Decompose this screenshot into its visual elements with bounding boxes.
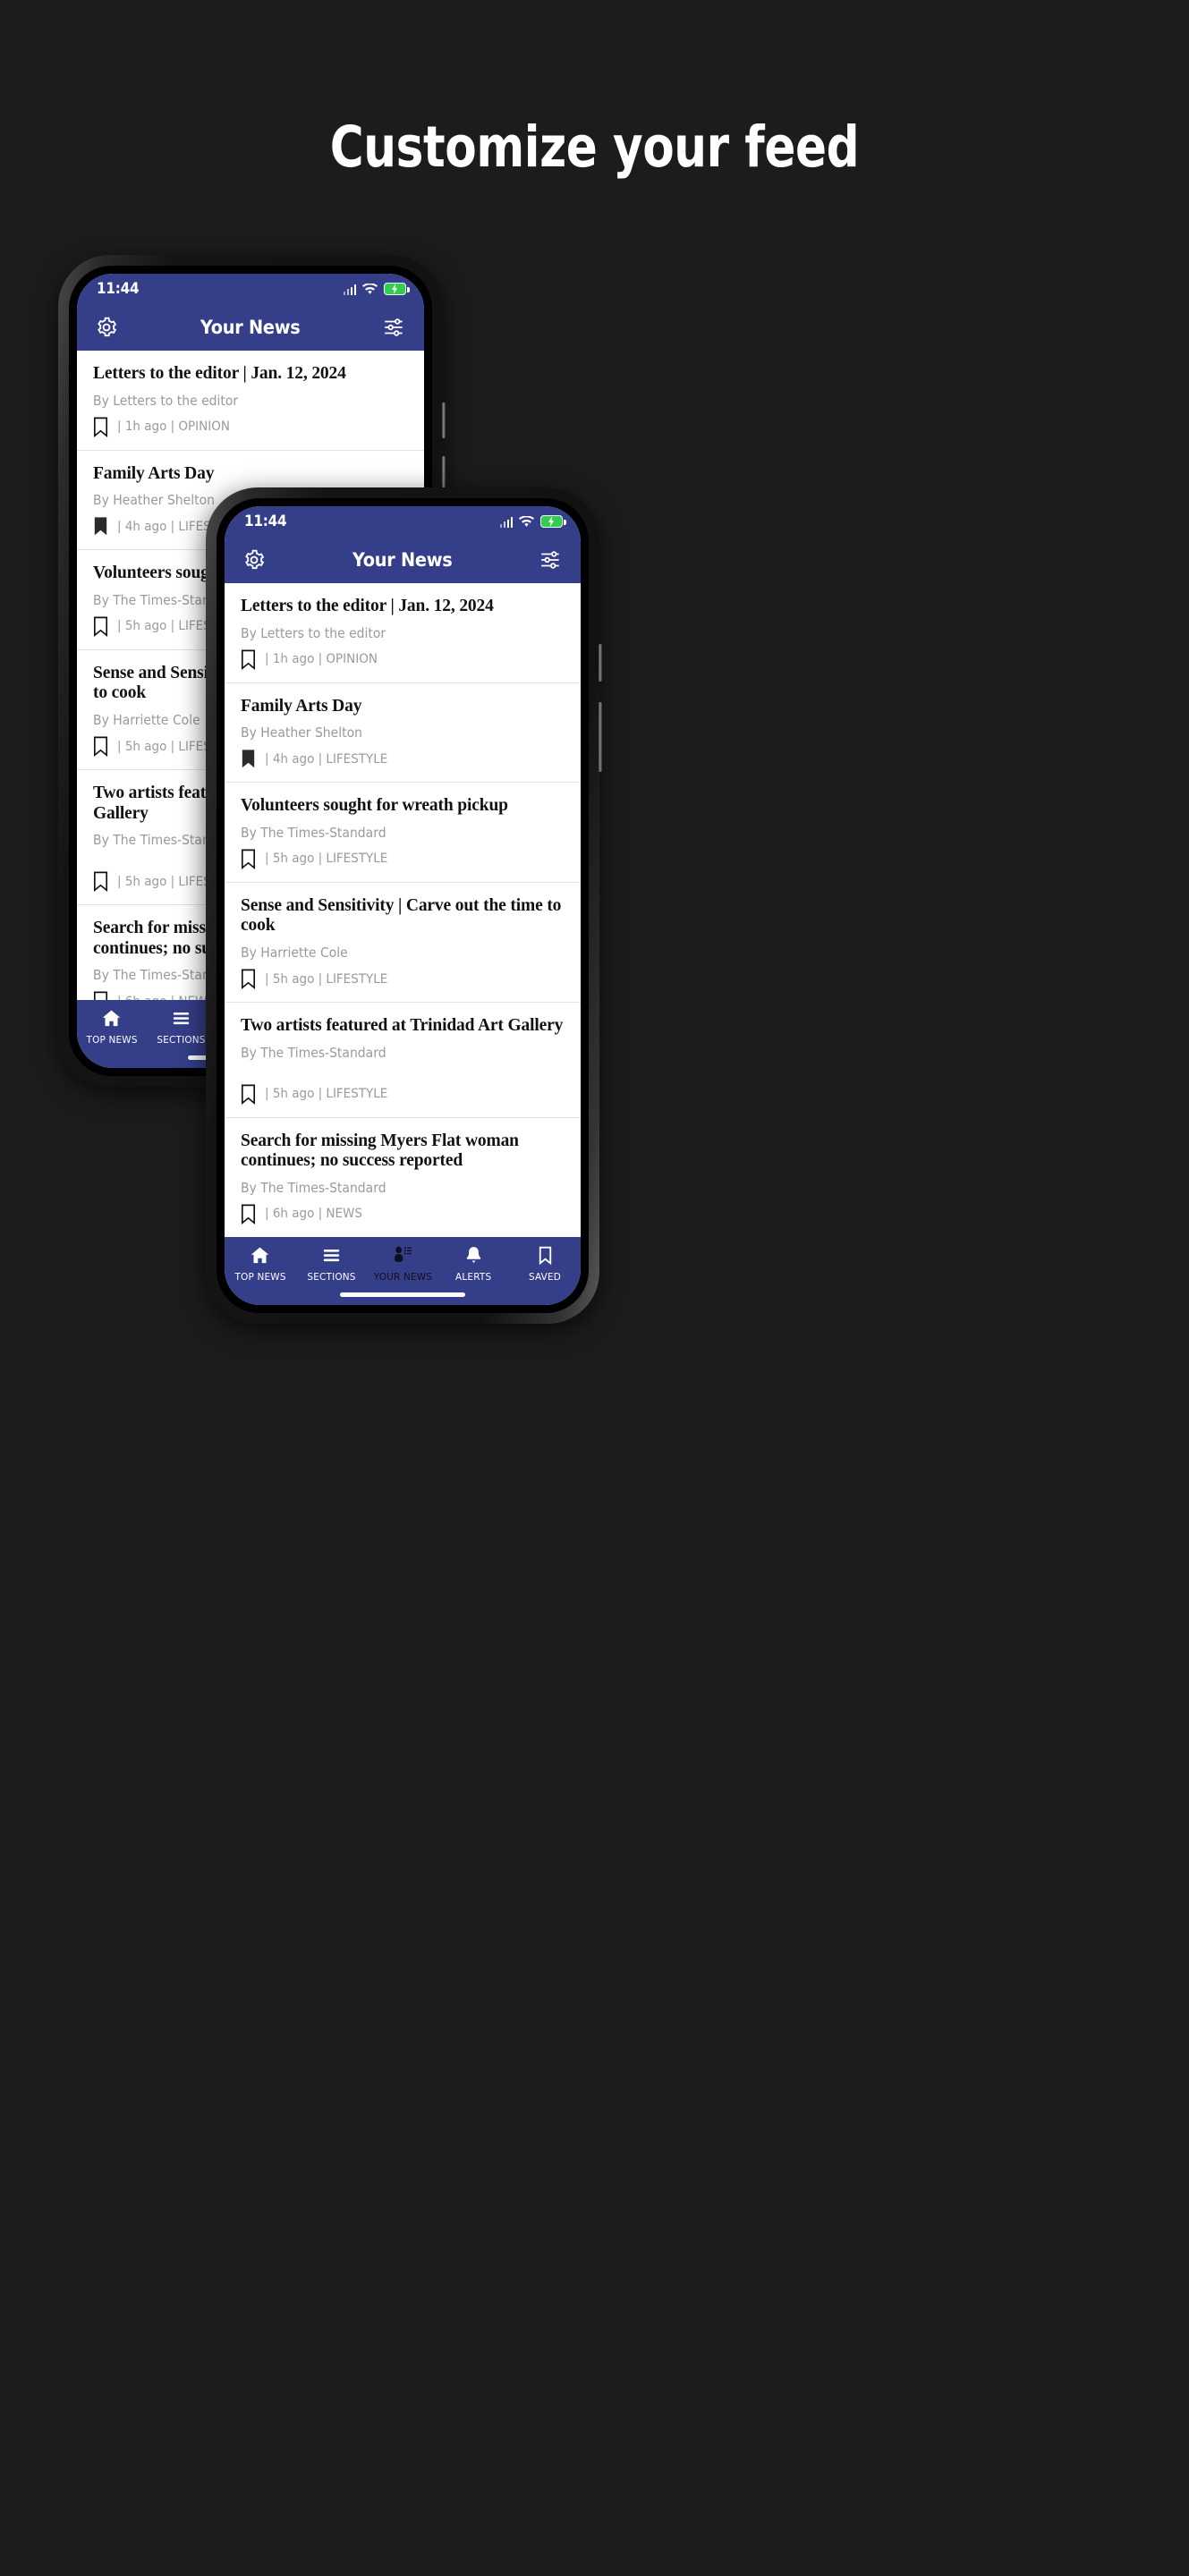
article-list-item[interactable]: Letters to the editor | Jan. 12, 2024 By … <box>225 583 581 683</box>
article-byline: By Letters to the editor <box>93 392 239 409</box>
gesture-bar-front[interactable] <box>340 1292 465 1297</box>
bookmark-icon[interactable] <box>241 1084 256 1105</box>
nav-item-label: SECTIONS <box>307 1271 356 1283</box>
app-bar-title: Your News <box>352 549 453 571</box>
article-byline: By Harriette Cole <box>241 945 348 962</box>
article-meta-row: | 1h ago | OPINION <box>93 417 408 437</box>
article-headline[interactable]: Family Arts Day <box>241 697 565 717</box>
article-headline[interactable]: Letters to the editor | Jan. 12, 2024 <box>93 364 408 385</box>
article-headline[interactable]: Sense and Sensitivity | Carve out the ti… <box>241 896 565 936</box>
cellular-signal-icon <box>499 516 513 528</box>
bookmark-icon[interactable] <box>241 649 256 670</box>
article-list-item[interactable]: Sense and Sensitivity | Carve out the ti… <box>225 883 581 1004</box>
nav-item-label: SECTIONS <box>157 1034 206 1046</box>
power-button-back[interactable] <box>442 402 446 438</box>
article-headline[interactable]: Family Arts Day <box>93 464 408 485</box>
article-meta-text: | 5h ago | LIFESTYLE <box>265 971 388 987</box>
gear-icon[interactable] <box>95 316 118 339</box>
status-clock: 11:44 <box>97 280 140 298</box>
hamburger-icon <box>321 1245 342 1266</box>
nav-item-top-news[interactable]: TOP NEWS <box>225 1245 296 1283</box>
battery-charging-icon <box>384 283 410 295</box>
nav-item-alerts[interactable]: ALERTS <box>438 1245 510 1283</box>
bookmark-icon[interactable] <box>241 1204 256 1224</box>
app-bar-title: Your News <box>200 317 301 338</box>
article-headline[interactable]: Search for missing Myers Flat woman cont… <box>241 1131 565 1172</box>
article-byline: By The Times-Standard <box>241 1179 386 1196</box>
bookmark-filled-icon[interactable] <box>241 749 256 769</box>
bookmark-icon[interactable] <box>93 417 108 437</box>
article-byline: By Letters to the editor <box>241 624 386 641</box>
article-meta-row: | 5h ago | LIFESTYLE <box>241 969 565 990</box>
article-meta-text: | 6h ago | NEWS <box>265 1207 362 1222</box>
home-icon <box>101 1008 122 1029</box>
article-headline[interactable]: Letters to the editor | Jan. 12, 2024 <box>241 597 565 617</box>
article-headline[interactable]: Two artists featured at Trinidad Art Gal… <box>241 1016 565 1037</box>
hamburger-icon <box>171 1008 191 1029</box>
status-bar-back: 11:44 <box>77 274 424 304</box>
article-feed-front[interactable]: Letters to the editor | Jan. 12, 2024 By … <box>225 583 581 1237</box>
app-bar-front: Your News <box>225 537 581 583</box>
home-icon <box>250 1245 270 1266</box>
battery-charging-icon <box>540 515 566 528</box>
bookmark-icon <box>535 1245 556 1266</box>
nav-item-label: TOP NEWS <box>234 1271 286 1283</box>
article-meta-text: | 1h ago | OPINION <box>117 419 230 435</box>
nav-item-label: SAVED <box>529 1271 562 1283</box>
app-bar-back: Your News <box>77 304 424 351</box>
person-list-icon <box>392 1245 412 1266</box>
bottom-nav-front: TOP NEWS SECTIONS YOUR NEWS ALERTS SAVED <box>225 1237 581 1305</box>
bookmark-icon[interactable] <box>241 849 256 869</box>
status-indicators <box>499 515 566 528</box>
cellular-signal-icon <box>343 284 356 295</box>
bookmark-icon[interactable] <box>93 991 108 1000</box>
article-meta-row: | 5h ago | LIFESTYLE <box>241 1084 565 1105</box>
bookmark-icon[interactable] <box>93 871 108 893</box>
article-byline: By The Times-Standard <box>241 824 386 841</box>
status-bar-front: 11:44 <box>225 506 581 537</box>
gear-icon[interactable] <box>242 548 266 572</box>
phone-bezel-front: 11:44 Your News Letters to the editor | … <box>217 498 589 1313</box>
nav-item-label: ALERTS <box>455 1271 492 1283</box>
article-list-item[interactable]: Letters to the editor | Jan. 12, 2024 By … <box>77 351 424 451</box>
bookmark-icon[interactable] <box>241 969 256 990</box>
nav-item-label: YOUR NEWS <box>373 1271 432 1283</box>
page-title: Customize your feed <box>329 114 860 180</box>
nav-item-top-news[interactable]: TOP NEWS <box>77 1008 147 1046</box>
wifi-icon <box>362 283 378 294</box>
article-meta-row: | 1h ago | OPINION <box>241 649 565 670</box>
status-indicators <box>343 283 410 295</box>
bookmark-filled-icon[interactable] <box>93 516 108 537</box>
nav-item-saved[interactable]: SAVED <box>509 1245 581 1283</box>
phone-device-front: 11:44 Your News Letters to the editor | … <box>206 487 602 1324</box>
nav-item-your-news[interactable]: YOUR NEWS <box>367 1245 438 1283</box>
bell-icon <box>463 1245 484 1266</box>
article-list-item[interactable]: Volunteers sought for wreath pickup By Th… <box>225 783 581 883</box>
article-meta-text: | 5h ago | LIFESTYLE <box>265 1087 388 1102</box>
volume-button-front[interactable] <box>599 702 602 772</box>
article-meta-text: | 4h ago | LIFESTYLE <box>265 751 388 767</box>
article-meta-row: | 5h ago | LIFESTYLE <box>241 849 565 869</box>
sliders-icon[interactable] <box>539 548 563 572</box>
article-list-item[interactable]: Two artists featured at Trinidad Art Gal… <box>225 1003 581 1118</box>
article-list-item[interactable]: Family Arts Day By Heather Shelton | 4h ag… <box>225 683 581 784</box>
article-meta-text: | 5h ago | LIFESTYLE <box>265 852 388 867</box>
power-button-front[interactable] <box>599 644 602 682</box>
article-meta-row: | 4h ago | LIFESTYLE <box>241 749 565 769</box>
article-meta-text: | 1h ago | OPINION <box>265 652 378 667</box>
sliders-icon[interactable] <box>383 316 406 339</box>
bookmark-icon[interactable] <box>93 616 108 637</box>
wifi-icon <box>519 515 534 527</box>
article-byline: By The Times-Standard <box>241 1044 386 1061</box>
nav-item-label: TOP NEWS <box>86 1034 138 1046</box>
article-headline[interactable]: Volunteers sought for wreath pickup <box>241 796 565 817</box>
status-clock: 11:44 <box>244 513 287 530</box>
article-list-item[interactable]: Search for missing Myers Flat woman cont… <box>225 1118 581 1237</box>
article-byline: By Heather Shelton <box>241 724 362 741</box>
nav-item-sections[interactable]: SECTIONS <box>296 1245 368 1283</box>
article-meta-row: | 6h ago | NEWS <box>241 1204 565 1224</box>
bookmark-icon[interactable] <box>93 736 108 758</box>
app-screen-front: 11:44 Your News Letters to the editor | … <box>225 506 581 1305</box>
